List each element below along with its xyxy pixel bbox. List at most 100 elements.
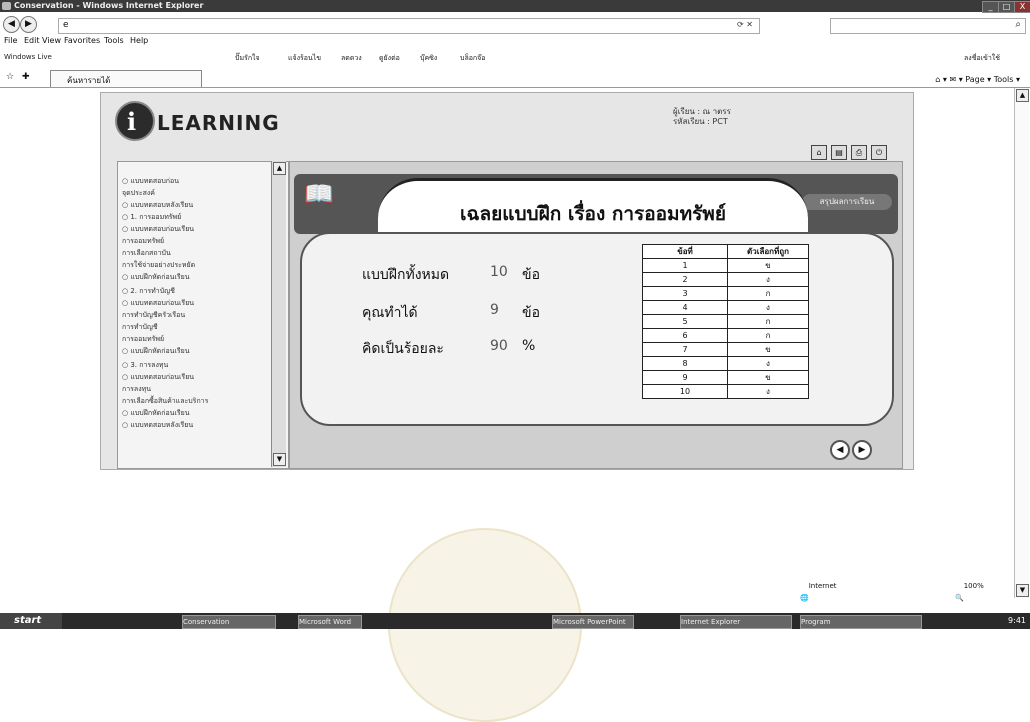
page-scroll-up-icon[interactable]: ▲ [1016,89,1029,102]
add-favorite-icon[interactable]: ✚ [22,72,30,82]
sidebar-item[interactable]: ○ แบบทดสอบก่อนเรียน [122,224,194,235]
table-header-row: ข้อที่ ตัวเลือกที่ถูก [642,244,809,259]
address-bar[interactable]: e ⟳ ✕ [58,18,760,34]
menu-tools[interactable]: Tools [104,36,124,45]
page-scroll-down-icon[interactable]: ▼ [1016,584,1029,597]
page-scrollbar[interactable]: ▲ ▼ [1014,88,1029,598]
table-row: 9ข [642,370,809,385]
search-icon[interactable]: ⌕ [1015,19,1021,30]
sidebar-item[interactable]: การทำบัญชีครัวเรือน [122,310,185,321]
sidebar-item[interactable]: การทำบัญชี [122,322,158,333]
sidebar-item[interactable]: การเลือกสถาบัน [122,248,171,259]
sidebar-item[interactable]: ○ แบบทดสอบก่อนเรียน [122,298,194,309]
sidebar-item[interactable]: ○ แบบทดสอบหลังเรียน [122,420,193,431]
user-info: ผู้เรียน : ณ าตรร รหัสเรียน : PCT [673,107,731,127]
cell-answer: ข [727,258,809,273]
back-button[interactable]: ◀ [3,16,20,33]
logo-ball: i [115,101,155,141]
cell-answer: ก [727,314,809,329]
sidebar-item[interactable]: ○ 3. การลงทุน [122,360,168,371]
link-4[interactable]: ดูยังต่อ [379,53,400,64]
link-5[interactable]: บุ๊คซิง [420,53,437,64]
logo-word: LEARNING [157,111,280,135]
menu-file[interactable]: File [4,36,17,45]
link-1[interactable]: ปั๊มรักใจ [235,53,260,64]
taskbar: start Conservation Microsoft Word Micros… [0,613,1030,629]
scroll-up-icon[interactable]: ▲ [273,162,286,175]
cell-question: 9 [642,370,728,385]
table-row: 3ก [642,286,809,301]
close-button[interactable]: X [1014,1,1030,13]
command-bar[interactable]: ⌂ ▾ ✉ ▾ Page ▾ Tools ▾ [935,75,1020,84]
address-row: ◀ ▶ e ⟳ ✕ ⌕ [0,13,1030,34]
link-3[interactable]: ลดดวง [341,53,362,64]
banner-tag: สรุปผลการเรียน [802,194,892,210]
elearning-logo: i LEARNING [115,101,279,141]
minimize-button[interactable]: _ [982,1,999,13]
menu-edit[interactable]: Edit [24,36,40,45]
search-input[interactable]: ⌕ [830,18,1026,34]
stat-total-label: แบบฝึกทั้งหมด [362,267,450,283]
forward-button[interactable]: ▶ [20,16,37,33]
sidebar-item[interactable]: ○ แบบฝึกหัดก่อนเรียน [122,346,190,357]
refresh-stop-icons[interactable]: ⟳ ✕ [737,20,753,29]
sidebar-item[interactable]: การลงทุน [122,384,151,395]
prev-page-button[interactable]: ◀ [830,440,850,460]
menu-help[interactable]: Help [130,36,148,45]
cell-question: 7 [642,342,728,357]
taskbar-item[interactable]: Microsoft PowerPoint [552,615,634,629]
maximize-button[interactable]: □ [998,1,1015,13]
tab-label: ค้นหารายได้ [67,76,111,85]
zone-label: Internet [808,582,837,590]
cell-question: 5 [642,314,728,329]
favorites-star-icon[interactable]: ☆ [6,72,14,82]
sidebar-item[interactable]: ○ แบบทดสอบหลังเรียน [122,200,193,211]
scroll-down-icon[interactable]: ▼ [273,453,286,466]
cell-answer: ง [727,300,809,315]
home-icon[interactable]: ⌂ [811,145,827,160]
sidebar-item[interactable]: ○ แบบทดสอบก่อนเรียน [122,372,194,383]
taskbar-item[interactable]: Program [800,615,922,629]
sidebar-item[interactable]: ○ แบบทดสอบก่อน [122,176,179,187]
cell-answer: ง [727,384,809,399]
sidebar-item[interactable]: ○ แบบฝึกหัดก่อนเรียน [122,272,190,283]
cell-answer: ข [727,342,809,357]
sidebar-item[interactable]: ○ 2. การทำบัญชี [122,286,175,297]
taskbar-item[interactable]: Internet Explorer [680,615,792,629]
table-row: 5ก [642,314,809,329]
stat-percent-unit: % [522,338,536,354]
link-2[interactable]: แจ้งร้อนไข [288,53,321,64]
sidebar-scrollbar[interactable]: ▲ ▼ [271,161,286,467]
user-name: ผู้เรียน : ณ าตรร [673,107,731,116]
sidebar-item[interactable]: ○ 1. การออมทรัพย์ [122,212,181,223]
sidebar-item[interactable]: ○ แบบฝึกหัดก่อนเรียน [122,408,190,419]
link-6[interactable]: บล็อกจ๊อ [460,53,485,64]
start-button[interactable]: start [0,613,62,629]
taskbar-item[interactable]: Conservation [182,615,276,629]
table-row: 2ง [642,272,809,287]
sidebar-item[interactable]: จุดประสงค์ [122,188,155,199]
stat-total-value: 10 [490,264,508,280]
cell-question: 1 [642,258,728,273]
sidebar-item[interactable]: การออมทรัพย์ [122,334,164,345]
sidebar-item[interactable]: การออมทรัพย์ [122,236,164,247]
exit-icon[interactable]: ⏻ [871,145,887,160]
print-icon[interactable]: ⎙ [851,145,867,160]
signin-link[interactable]: ลงชื่อเข้าใช้ [964,53,1000,64]
taskbar-item[interactable]: Microsoft Word [298,615,362,629]
next-page-button[interactable]: ▶ [852,440,872,460]
menu-favorites[interactable]: Favorites [64,36,100,45]
header-answer: ตัวเลือกที่ถูก [727,244,809,259]
answer-table: ข้อที่ ตัวเลือกที่ถูก 1ข 2ง 3ก 4ง 5ก 6ก … [642,244,809,399]
menu-view[interactable]: View [42,36,61,45]
ie-icon [2,2,11,10]
zoom-level[interactable]: 🔍 100% [955,582,984,602]
cell-answer: ข [727,370,809,385]
stat-correct: คุณทำได้ 9 ข้อ [362,302,540,324]
tab-current[interactable]: ค้นหารายได้ [50,70,202,87]
page-title: เฉลยแบบฝึก เรื่อง การออมทรัพย์ [460,203,726,225]
save-icon[interactable]: ▤ [831,145,847,160]
sidebar-item[interactable]: การเลือกซื้อสินค้าและบริการ [122,396,208,407]
sidebar-item[interactable]: การใช้จ่ายอย่างประหยัด [122,260,195,271]
windows-live-link[interactable]: Windows Live [4,53,52,61]
